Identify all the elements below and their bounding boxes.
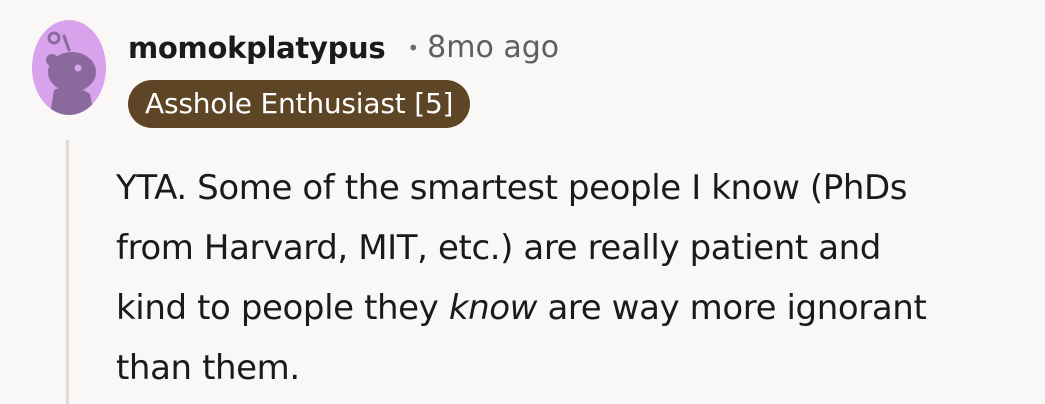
emphasized-text: know [448,288,538,328]
comment-header: momokplatypus • 8mo ago [128,30,559,65]
comment-body: YTA. Some of the smartest people I know … [116,158,1036,398]
comment-text: are way more ignorant [537,288,927,328]
comment-text: kind to people they [116,288,449,328]
comment-body-line: YTA. Some of the smartest people I know … [116,168,908,208]
comment-body-line: than them. [116,348,300,388]
user-flair-badge: Asshole Enthusiast [5] [128,80,471,128]
meta-separator: • [407,35,420,60]
comment: momokplatypus • 8mo ago Asshole Enthusia… [0,0,1045,404]
comment-body-line: kind to people they know are way more ig… [116,278,1036,338]
thread-line[interactable] [66,140,69,404]
username-link[interactable]: momokplatypus [128,31,386,65]
comment-body-line: from Harvard, MIT, etc.) are really pati… [116,228,881,268]
snoo-avatar-icon[interactable] [32,20,106,115]
timestamp-link[interactable]: 8mo ago [427,30,559,65]
